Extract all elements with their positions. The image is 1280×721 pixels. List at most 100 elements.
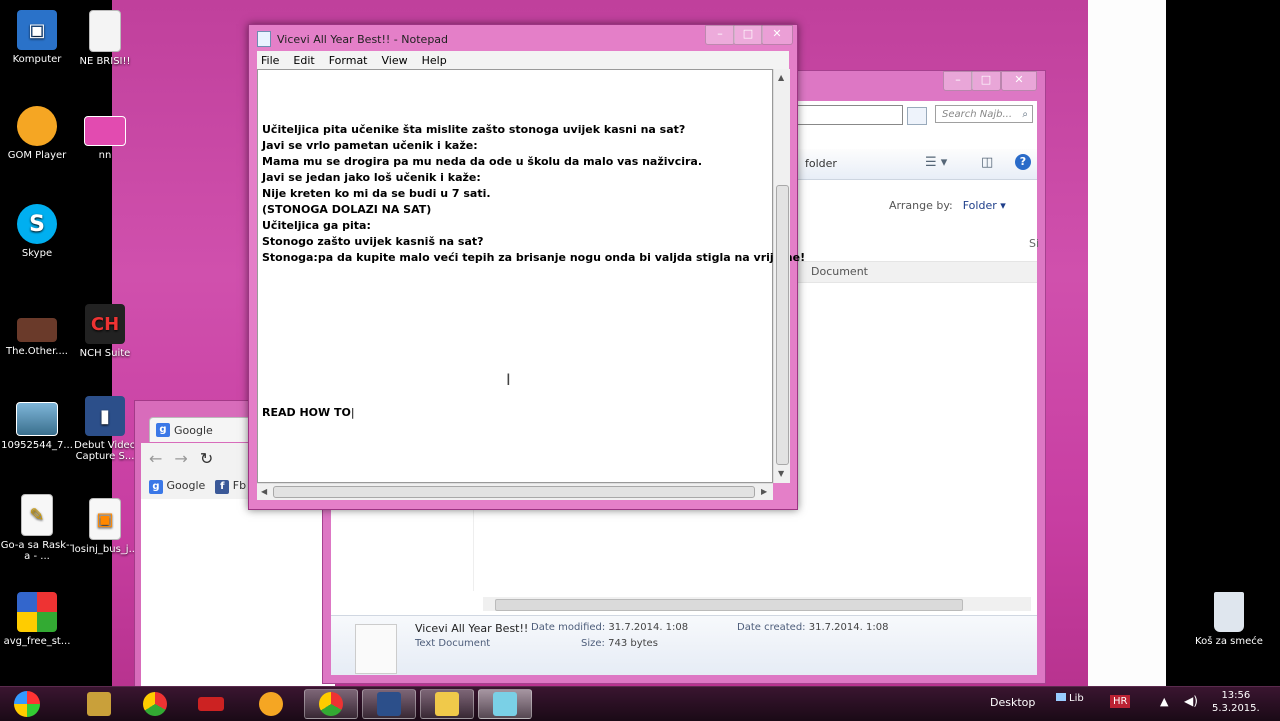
- picture-icon: [16, 402, 58, 436]
- arrange-by-dropdown[interactable]: Folder ▾: [963, 199, 1006, 212]
- address-bar[interactable]: [793, 105, 903, 125]
- explorer-scroll-thumb[interactable]: [495, 599, 963, 611]
- desktop-icon-debut[interactable]: ▮ Debut Video Capture S...: [68, 396, 142, 462]
- avg-icon: [17, 592, 57, 632]
- explorer-horizontal-scrollbar[interactable]: [483, 597, 1031, 611]
- tray-chevron-icon[interactable]: ▲: [1160, 695, 1168, 708]
- notepad-minimize-button[interactable]: –: [705, 25, 735, 45]
- explorer-minimize-button[interactable]: –: [943, 71, 973, 91]
- desktop-icon-gom-player[interactable]: GOM Player: [0, 106, 74, 161]
- notepad-taskbar-icon: [493, 692, 517, 716]
- joke-text: Učiteljica pita učenike šta mislite zašt…: [262, 123, 805, 264]
- taskbar-chrome-window[interactable]: [304, 689, 358, 719]
- recycle-bin-icon: [1214, 592, 1244, 632]
- arrange-by: Arrange by: Folder ▾: [889, 199, 1006, 212]
- notepad-window[interactable]: Vicevi All Year Best!! - Notepad – □ ✕ F…: [248, 24, 805, 510]
- explorer-close-button[interactable]: ✕: [1001, 71, 1037, 91]
- volume-icon[interactable]: ◀): [1184, 694, 1198, 708]
- right-white-band: [1088, 0, 1166, 686]
- refresh-button[interactable]: [907, 107, 927, 125]
- notepad-app-icon: [257, 31, 271, 47]
- text-document-icon: [355, 624, 397, 674]
- back-icon[interactable]: ←: [149, 449, 162, 468]
- bookmark-fb[interactable]: f Fb: [215, 479, 246, 494]
- menu-format[interactable]: Format: [329, 54, 368, 67]
- folder-icon: [435, 692, 459, 716]
- chrome-icon: [143, 692, 167, 716]
- desktop-icon-nch-suite[interactable]: CH NCH Suite: [68, 304, 142, 359]
- file-icon: [89, 10, 121, 52]
- pdf-icon: ▣: [89, 498, 121, 540]
- desktop-icon-ne-brisi[interactable]: NE BRISI!!: [68, 10, 142, 67]
- column-header-size[interactable]: Si: [1029, 237, 1039, 250]
- notepad-maximize-button[interactable]: □: [733, 25, 763, 45]
- doc-icon: ✎: [21, 494, 53, 536]
- notepad-vscroll-thumb[interactable]: [776, 185, 789, 465]
- typed-text: READ HOW TO|: [262, 406, 355, 419]
- taskbar-winrar[interactable]: [72, 689, 126, 719]
- clock[interactable]: 13:56 5.3.2015.: [1212, 689, 1260, 715]
- desktop-icon-computer[interactable]: ▣ Komputer: [0, 10, 74, 65]
- notepad-text-area[interactable]: Učiteljica pita učenike šta mislite zašt…: [257, 69, 805, 483]
- skype-icon: S: [17, 204, 57, 244]
- desktop-toolbar-label[interactable]: Desktop: [990, 696, 1035, 709]
- video-icon: [17, 318, 57, 342]
- library-icon: [1056, 693, 1066, 701]
- desktop-icon-recycle-bin[interactable]: Koš za smeće: [1192, 592, 1266, 647]
- ibeam-cursor-icon: I: [506, 370, 511, 389]
- language-indicator[interactable]: HR: [1110, 695, 1131, 708]
- libraries-toolbar[interactable]: Lib: [1056, 693, 1084, 704]
- taskbar-explorer[interactable]: [420, 689, 474, 719]
- preview-pane-icon[interactable]: ◫: [981, 155, 993, 170]
- notepad-title-bar: Vicevi All Year Best!! - Notepad: [257, 29, 448, 49]
- notepad-vertical-scrollbar[interactable]: ▲ ▼: [773, 69, 790, 483]
- scroll-down-icon[interactable]: ▼: [778, 469, 784, 478]
- taskbar-debut[interactable]: [362, 689, 416, 719]
- search-icon: ⌕: [1022, 108, 1028, 120]
- desktop-icon-nn[interactable]: nn: [68, 116, 142, 161]
- notepad-menu-bar: File Edit Format View Help: [257, 51, 789, 69]
- notepad-horizontal-scrollbar[interactable]: ◀ ▶: [257, 483, 773, 500]
- google-bookmark-icon: g: [149, 479, 163, 494]
- desktop-icon-the-other[interactable]: The.Other....: [0, 318, 74, 357]
- explorer-maximize-button[interactable]: □: [971, 71, 1001, 91]
- google-favicon-icon: g: [156, 423, 170, 437]
- menu-view[interactable]: View: [382, 54, 408, 67]
- taskbar-notepad[interactable]: [478, 689, 532, 719]
- search-input[interactable]: Search Najb... ⌕: [935, 105, 1033, 123]
- desktop-icon-avg[interactable]: avg_free_st...: [0, 592, 74, 647]
- menu-help[interactable]: Help: [422, 54, 447, 67]
- nch-icon: CH: [85, 304, 125, 344]
- vip-icon: [198, 697, 224, 711]
- help-icon[interactable]: ?: [1015, 154, 1031, 170]
- taskbar-chrome[interactable]: [128, 689, 182, 719]
- chrome-window-icon: [319, 692, 343, 716]
- scroll-right-icon[interactable]: ▶: [761, 487, 767, 496]
- winrar-icon: [87, 692, 111, 716]
- scroll-left-icon[interactable]: ◀: [261, 487, 267, 496]
- scroll-up-icon[interactable]: ▲: [778, 73, 784, 82]
- desktop-icon-skype[interactable]: S Skype: [0, 204, 74, 259]
- right-letterbox: [1166, 0, 1280, 686]
- bookmark-google[interactable]: g Google: [149, 479, 205, 494]
- taskbar-vip[interactable]: [184, 689, 238, 719]
- computer-icon: ▣: [17, 10, 57, 50]
- gom-icon: [259, 692, 283, 716]
- view-options-icon[interactable]: ☰ ▾: [925, 155, 947, 170]
- notepad-close-button[interactable]: ✕: [761, 25, 793, 45]
- desktop-icon-go-a[interactable]: ✎ Go-a sa Rask--a - ...: [0, 494, 74, 562]
- reload-icon[interactable]: ↻: [200, 449, 213, 468]
- image-icon: [84, 116, 126, 146]
- forward-icon[interactable]: →: [174, 449, 187, 468]
- windows-logo-icon: [14, 691, 40, 717]
- desktop-icon-losinj[interactable]: ▣ losinj_bus_j...: [68, 498, 142, 555]
- taskbar-gom[interactable]: [244, 689, 298, 719]
- start-button[interactable]: [2, 689, 52, 719]
- gom-player-icon: [17, 106, 57, 146]
- menu-edit[interactable]: Edit: [293, 54, 314, 67]
- text-cursor: |: [350, 406, 355, 419]
- menu-file[interactable]: File: [261, 54, 279, 67]
- desktop-icon-picture[interactable]: 10952544_7...: [0, 402, 74, 451]
- notepad-hscroll-thumb[interactable]: [273, 486, 755, 498]
- new-folder-button[interactable]: folder: [805, 157, 837, 170]
